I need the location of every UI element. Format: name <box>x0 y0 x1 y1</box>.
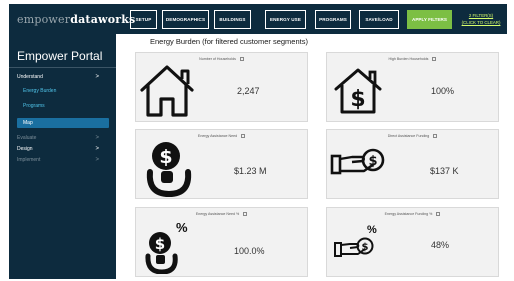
nav-energy-use-button[interactable]: ENERGY USE <box>265 10 306 29</box>
sidebar-item-label: Understand <box>17 74 43 80</box>
sidebar-item-label: Programs <box>23 103 45 109</box>
card-value: 100% <box>431 86 455 96</box>
sidebar-item-label: Design <box>17 146 33 152</box>
nav-setup-button[interactable]: SETUP <box>130 10 157 29</box>
sidebar: Empower Portal Understand > Energy Burde… <box>9 34 116 279</box>
sidebar-item-evaluate[interactable]: Evaluate > <box>17 133 109 143</box>
sidebar-divider <box>9 67 116 68</box>
info-icon[interactable] <box>241 134 246 139</box>
card-high-burden-households: High Burden Households $ 100% <box>326 52 499 122</box>
card-energy-assistance-need: Energy Assistance Need $ $1.23 M <box>135 129 308 199</box>
sidebar-item-label: Map <box>23 120 33 126</box>
sidebar-item-design[interactable]: Design > <box>17 144 109 154</box>
sidebar-item-understand[interactable]: Understand > <box>17 72 109 82</box>
card-label: Number of Households <box>136 57 307 62</box>
card-direct-assistance-funding: Direct Assistance Funding $ $137 K <box>326 129 499 199</box>
card-label: Direct Assistance Funding <box>327 134 498 139</box>
chevron-right-icon: > <box>95 157 99 163</box>
card-label: Energy Assistance Need % <box>136 212 307 217</box>
page-title: Energy Burden (for filtered customer seg… <box>150 37 308 46</box>
info-icon[interactable] <box>243 212 248 217</box>
sidebar-item-map[interactable]: Map <box>17 118 109 128</box>
sidebar-item-label: Evaluate <box>17 135 37 141</box>
card-energy-assistance-funding-percent: Energy Assistance Funding % $ % 48% <box>326 207 499 277</box>
hand-coin-icon: $ <box>330 148 388 176</box>
card-number-of-households: Number of Households 2,247 <box>135 52 308 122</box>
svg-text:$: $ <box>368 154 377 169</box>
percent-symbol: % <box>367 224 377 236</box>
info-icon[interactable] <box>432 57 437 62</box>
top-bar: empowerdataworks SETUP DEMOGRAPHICS BUIL… <box>9 4 507 34</box>
chevron-right-icon: > <box>95 135 99 141</box>
nav-save-load-button[interactable]: SAVE/LOAD <box>359 10 399 29</box>
apply-filters-button[interactable]: APPLY FILTERS <box>407 10 452 29</box>
card-value: 2,247 <box>237 86 260 96</box>
nav-buildings-button[interactable]: BUILDINGS <box>214 10 251 29</box>
sidebar-item-label: Energy Burden <box>23 88 57 94</box>
filters-clear: (CLICK TO CLEAR) <box>461 20 501 25</box>
logo: empowerdataworks <box>17 13 136 26</box>
card-value: 100.0% <box>234 246 265 256</box>
chevron-right-icon: > <box>95 74 99 80</box>
card-energy-assistance-need-percent: Energy Assistance Need % $ % 100.0% <box>135 207 308 277</box>
sidebar-item-programs[interactable]: Programs <box>23 101 109 111</box>
chevron-right-icon: > <box>95 146 99 152</box>
main-content: Energy Burden (for filtered customer seg… <box>116 34 507 279</box>
sidebar-item-energy-burden[interactable]: Energy Burden <box>23 86 109 96</box>
hand-coin-percent-icon: $ <box>334 237 376 259</box>
money-bag-percent-icon: $ <box>144 230 180 274</box>
app-frame: empowerdataworks SETUP DEMOGRAPHICS BUIL… <box>9 4 507 279</box>
card-label: Energy Assistance Need <box>136 134 307 139</box>
svg-text:$: $ <box>362 242 369 253</box>
info-icon[interactable] <box>436 212 441 217</box>
sidebar-item-label: Implement <box>17 157 41 163</box>
card-value: $1.23 M <box>234 166 267 176</box>
nav-demographics-button[interactable]: DEMOGRAPHICS <box>162 10 209 29</box>
info-icon[interactable] <box>433 134 438 139</box>
card-label: High Burden Households <box>327 57 498 62</box>
filters-count: 2 FILTER(S) <box>468 13 494 18</box>
card-value: $137 K <box>430 166 459 176</box>
card-label: Energy Assistance Funding % <box>327 212 498 217</box>
sidebar-item-implement[interactable]: Implement > <box>17 155 109 165</box>
house-dollar-icon: $ <box>333 67 383 115</box>
house-icon <box>138 63 196 119</box>
card-value: 48% <box>431 240 450 250</box>
nav-programs-button[interactable]: PROGRAMS <box>315 10 351 29</box>
portal-title: Empower Portal <box>17 49 103 63</box>
info-icon[interactable] <box>239 57 244 62</box>
money-bag-icon: $ <box>144 139 194 197</box>
percent-symbol: % <box>176 220 188 235</box>
svg-text:$: $ <box>155 235 165 253</box>
svg-text:$: $ <box>350 87 365 112</box>
clear-filters-link[interactable]: 2 FILTER(S) (CLICK TO CLEAR) <box>456 12 506 26</box>
svg-text:$: $ <box>159 146 172 168</box>
